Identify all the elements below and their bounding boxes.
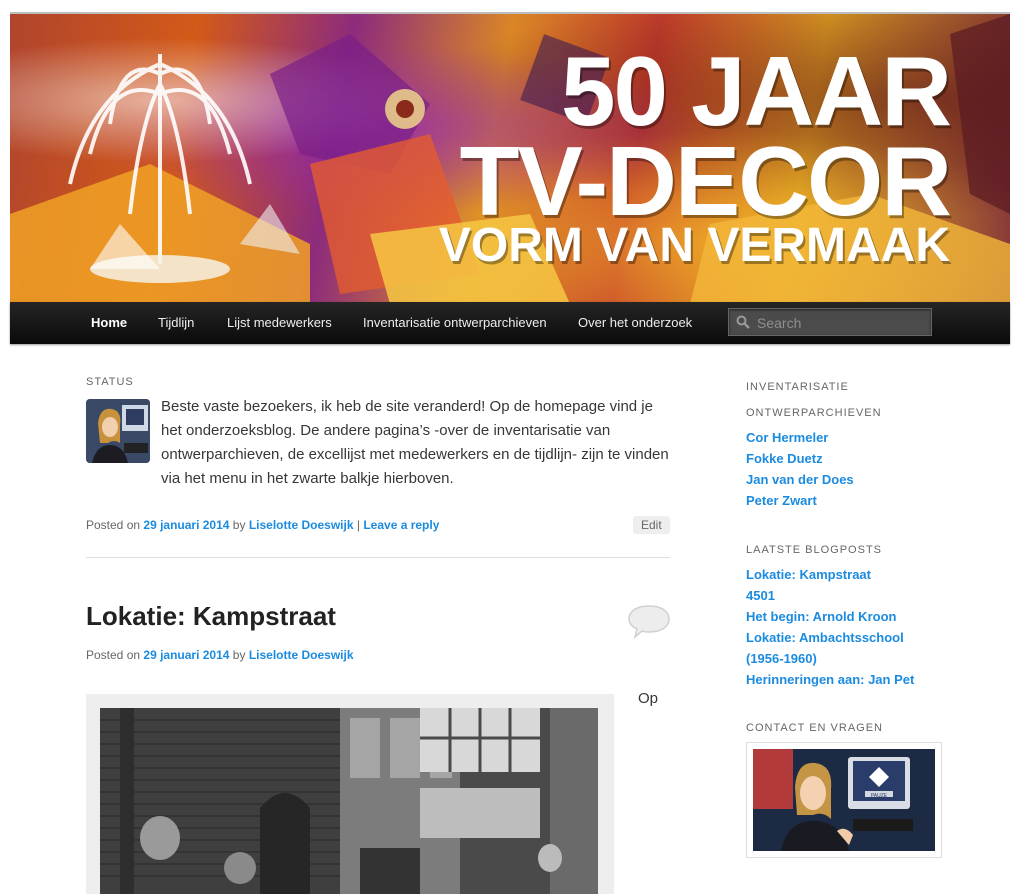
inventarisatie-link[interactable]: Peter Zwart: [746, 493, 817, 508]
header-banner-image[interactable]: 50 JAAR TV-DECOR VORM VAN VERMAAK: [10, 12, 1010, 302]
post-author-link[interactable]: Liselotte Doeswijk: [249, 648, 354, 662]
leave-reply-link[interactable]: Leave a reply: [363, 518, 439, 532]
contact-photo: PAUZE: [753, 749, 935, 851]
search-icon: [736, 315, 750, 329]
recent-post-link[interactable]: Het begin: Arnold Kroon: [746, 609, 896, 624]
post-date-link[interactable]: 29 januari 2014: [143, 648, 229, 662]
meta-by: by: [232, 518, 246, 532]
nav-item-inventarisatie[interactable]: Inventarisatie ontwerparchieven: [363, 302, 547, 344]
recent-post-link[interactable]: 4501: [746, 588, 775, 603]
widget-title-laatste-blogposts: LAATSTE BLOGPOSTS: [746, 544, 882, 556]
banner-subtitle: VORM VAN VERMAAK: [438, 219, 950, 272]
meta-separator: |: [356, 518, 360, 532]
widget-title-line: ONTWERPARCHIEVEN: [746, 407, 882, 419]
main-navigation: Home Tijdlijn Lijst medewerkers Inventar…: [10, 302, 1010, 344]
status-post-meta: Posted on 29 januari 2014 by Liselotte D…: [86, 518, 439, 532]
widget-title-inventarisatie: INVENTARISATIE ONTWERPARCHIEVEN: [746, 374, 882, 426]
nav-item-home[interactable]: Home: [91, 302, 127, 344]
meta-posted-on: Posted on: [86, 648, 141, 662]
widget-title-line: INVENTARISATIE: [746, 381, 849, 393]
list-item: Lokatie: Ambachtsschool (1956-1960): [746, 627, 916, 669]
list-item: Jan van der Does: [746, 469, 961, 490]
recent-post-link[interactable]: Herinneringen aan: Jan Pet: [746, 672, 914, 687]
recent-posts-list: Lokatie: Kampstraat 4501 Het begin: Arno…: [746, 564, 961, 690]
street-photo: [100, 708, 598, 894]
post-image-kampstraat[interactable]: [100, 708, 598, 894]
post-title-link[interactable]: Lokatie: Kampstraat: [86, 601, 336, 632]
recent-post-link[interactable]: Lokatie: Kampstraat: [746, 567, 871, 582]
avatar-photo: [86, 399, 150, 463]
screen-text: PAUZE: [871, 793, 888, 799]
nav-item-over-het-onderzoek[interactable]: Over het onderzoek: [578, 302, 692, 344]
inventarisatie-link[interactable]: Jan van der Does: [746, 472, 854, 487]
list-item: 4501: [746, 585, 961, 606]
list-item: Fokke Duetz: [746, 448, 961, 469]
post-image-frame: [86, 694, 614, 894]
meta-by: by: [232, 648, 246, 662]
status-post-text: Beste vaste bezoekers, ik heb de site ve…: [161, 398, 669, 487]
list-item: Lokatie: Kampstraat: [746, 564, 961, 585]
status-post-date-link[interactable]: 29 januari 2014: [143, 518, 229, 532]
post-divider: [86, 557, 670, 558]
search-input[interactable]: [755, 309, 931, 337]
status-post-label: STATUS: [86, 376, 134, 388]
inventarisatie-list: Cor Hermeler Fokke Duetz Jan van der Doe…: [746, 427, 961, 511]
list-item: Het begin: Arnold Kroon: [746, 606, 961, 627]
recent-post-link[interactable]: Lokatie: Ambachtsschool (1956-1960): [746, 630, 904, 666]
meta-posted-on: Posted on: [86, 518, 141, 532]
widget-title-contact: CONTACT EN VRAGEN: [746, 722, 883, 734]
edit-button[interactable]: Edit: [633, 516, 670, 534]
author-avatar[interactable]: [86, 399, 150, 463]
nav-item-lijst-medewerkers[interactable]: Lijst medewerkers: [227, 302, 332, 344]
contact-video-thumbnail[interactable]: PAUZE: [753, 749, 935, 851]
nav-item-tijdlijn[interactable]: Tijdlijn: [158, 302, 194, 344]
inventarisatie-link[interactable]: Cor Hermeler: [746, 430, 828, 445]
post-meta: Posted on 29 januari 2014 by Liselotte D…: [86, 648, 354, 662]
inventarisatie-link[interactable]: Fokke Duetz: [746, 451, 823, 466]
contact-image-frame[interactable]: PAUZE: [746, 742, 942, 858]
post-excerpt: Op: [638, 690, 659, 707]
list-item: Herinneringen aan: Jan Pet: [746, 669, 961, 690]
list-item: Peter Zwart: [746, 490, 961, 511]
banner-title-line-2: TV-DECOR: [459, 126, 952, 236]
comment-bubble-icon[interactable]: [627, 604, 671, 640]
search-box[interactable]: [728, 308, 932, 337]
list-item: Cor Hermeler: [746, 427, 961, 448]
status-post-author-link[interactable]: Liselotte Doeswijk: [249, 518, 354, 532]
